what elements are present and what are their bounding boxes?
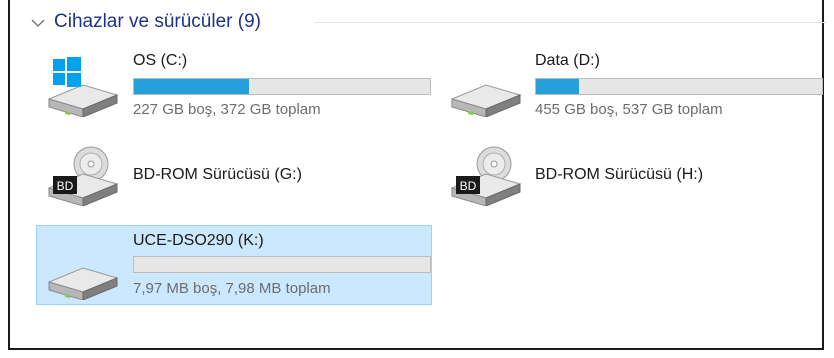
windows-logo: [53, 57, 81, 87]
drive-name: BD-ROM Sürücüsü (H:): [535, 166, 704, 183]
hard-drive-icon: [450, 84, 522, 117]
drive-tile-d[interactable]: Data (D:) 455 GB boş, 537 GB toplam: [440, 45, 834, 125]
bd-badge: BD: [460, 179, 477, 193]
drive-name: Data (D:): [535, 52, 600, 69]
drive-tile-g[interactable]: BD BD-ROM Sürücüsü (G:): [37, 140, 432, 215]
drive-usage-fill: [134, 79, 250, 94]
drive-name: BD-ROM Sürücüsü (G:): [133, 166, 302, 183]
group-divider: [315, 22, 827, 23]
drive-tile-k[interactable]: UCE-DSO290 (K:) 7,97 MB boş, 7,98 MB top…: [36, 225, 432, 305]
explorer-content: Cihazlar ve sürücüler (9) OS (C:) 227 GB…: [8, 0, 827, 350]
bd-badge: BD: [57, 179, 74, 193]
drive-usage-fill: [536, 79, 579, 94]
drive-name: OS (C:): [133, 52, 188, 69]
drive-usage-bar: [535, 78, 823, 95]
drive-tile-c[interactable]: OS (C:) 227 GB boş, 372 GB toplam: [37, 45, 432, 125]
drive-name: UCE-DSO290 (K:): [133, 232, 264, 249]
drive-space-info: 227 GB boş, 372 GB toplam: [133, 101, 321, 118]
bd-rom-drive-icon: BD: [47, 146, 119, 206]
drive-tile-h[interactable]: BD BD-ROM Sürücüsü (H:): [440, 140, 834, 215]
group-header-devices-and-drives[interactable]: Cihazlar ve sürücüler (9): [30, 8, 261, 36]
drive-usage-bar: [133, 256, 431, 273]
hard-drive-icon: [47, 267, 119, 300]
bd-rom-drive-icon: BD: [450, 146, 522, 206]
drive-usage-bar: [133, 78, 431, 95]
chevron-down-icon: [31, 19, 45, 27]
windows-hard-drive-icon: [47, 57, 119, 117]
group-title: Cihazlar ve sürücüler (9): [54, 11, 261, 32]
drive-space-info: 455 GB boş, 537 GB toplam: [535, 101, 723, 118]
drive-space-info: 7,97 MB boş, 7,98 MB toplam: [133, 280, 331, 297]
